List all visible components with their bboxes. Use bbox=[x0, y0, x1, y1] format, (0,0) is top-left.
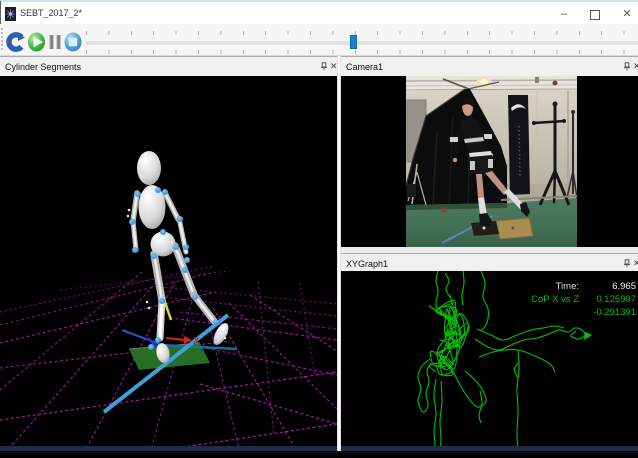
svg-text:X: X bbox=[193, 336, 200, 347]
svg-text:-0.291391: -0.291391 bbox=[593, 307, 636, 318]
svg-text:0.125997: 0.125997 bbox=[596, 294, 636, 305]
svg-text:CoP X vs Z: CoP X vs Z bbox=[531, 294, 579, 305]
svg-text:Time:: Time: bbox=[556, 281, 579, 292]
svg-text:6.965: 6.965 bbox=[612, 281, 636, 292]
